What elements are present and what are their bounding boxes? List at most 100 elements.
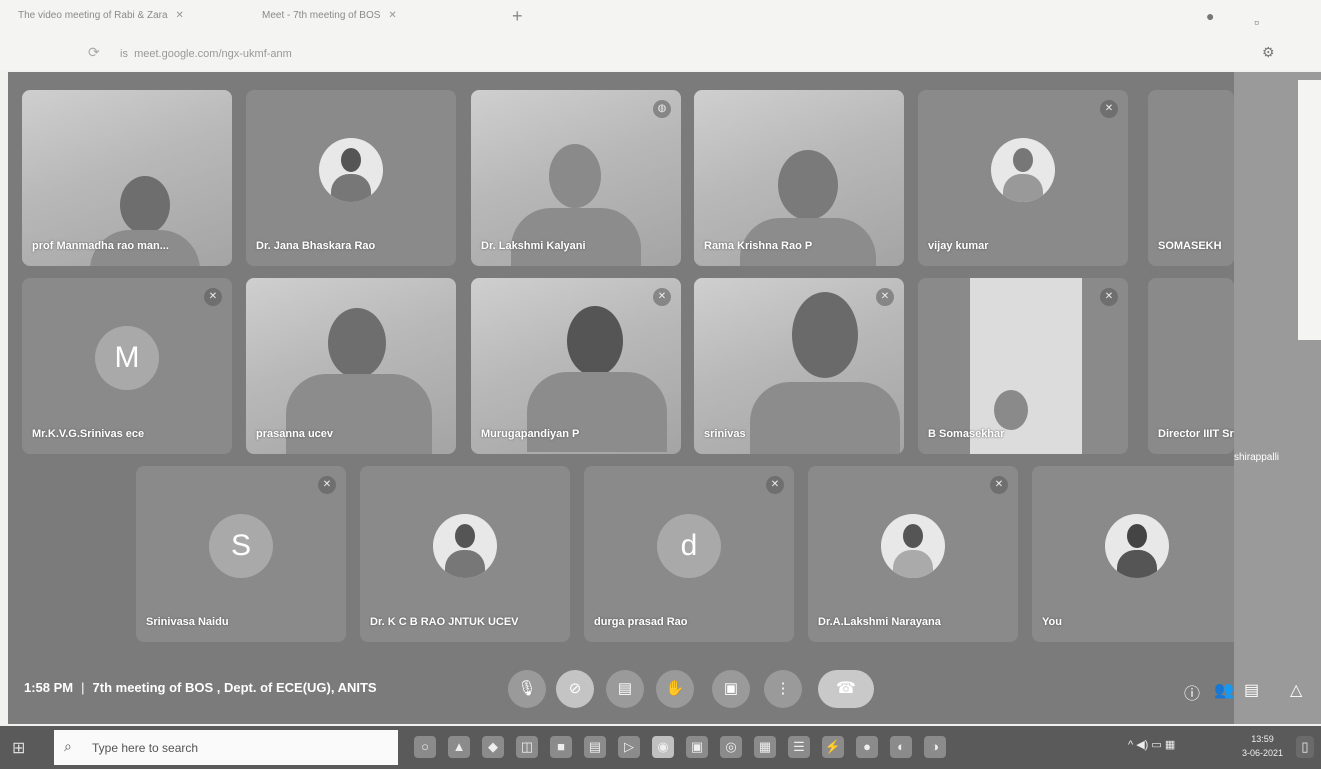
taskbar: ⊞ ⌕ Type here to search ○ ▲ ◆ ◫ ■ ▤ ▷ ◉ … — [0, 726, 1321, 769]
more-options-button[interactable]: ⋮ — [764, 670, 802, 708]
url-prefix: is — [120, 48, 128, 60]
participant-tile[interactable]: ✕ Murugapandiyan P — [471, 278, 681, 454]
participant-tile[interactable]: prof Manmadha rao man... — [22, 90, 232, 266]
captions-icon: ▤ — [617, 680, 633, 697]
participant-tile[interactable]: prasanna ucev — [246, 278, 456, 454]
app-icon[interactable]: ◑ — [924, 736, 946, 758]
avatar — [991, 138, 1055, 202]
camera-off-icon: ⊘ — [568, 680, 582, 697]
participant-tile[interactable]: ◍ Dr. Lakshmi Kalyani — [471, 90, 681, 266]
participant-name: Dr. Jana Bhaskara Rao — [256, 240, 376, 252]
chat-icon: ▤ — [1244, 682, 1260, 699]
app-icon[interactable]: ☰ — [788, 736, 810, 758]
minimize-icon[interactable]: ▫ — [1254, 14, 1259, 30]
chat-button[interactable]: ▤ — [1244, 680, 1259, 700]
captions-button[interactable]: ▤ — [606, 670, 644, 708]
reload-icon[interactable]: ⟳ — [88, 44, 100, 61]
participant-tile[interactable]: ✕ M Mr.K.V.G.Srinivas ece — [22, 278, 232, 454]
avatar: d — [657, 514, 721, 578]
participant-name: B Somasekhar — [928, 428, 1005, 440]
mic-off-icon: ✕ — [876, 288, 894, 306]
app-icon[interactable]: ◆ — [482, 736, 504, 758]
participant-tile[interactable]: ✕ B Somasekhar — [918, 278, 1128, 454]
close-icon[interactable]: ✕ — [388, 10, 396, 21]
participant-name: Dr.A.Lakshmi Narayana — [818, 616, 941, 628]
participant-tile[interactable]: ✕ vijay kumar — [918, 90, 1128, 266]
app-icon[interactable]: ◐ — [890, 736, 912, 758]
avatar — [319, 138, 383, 202]
participant-tile[interactable]: You — [1032, 466, 1242, 642]
participant-tile[interactable]: Dr. K C B RAO JNTUK UCEV — [360, 466, 570, 642]
participant-tile[interactable]: ✕ S Srinivasa Naidu — [136, 466, 346, 642]
meeting-time: 1:58 PM — [24, 680, 74, 695]
mic-icon: 🎙 — [517, 680, 537, 697]
tab-label: Meet - 7th meeting of BOS — [262, 10, 381, 21]
meeting-title: 7th meeting of BOS , Dept. of ECE(UG), A… — [92, 680, 377, 695]
avatar — [433, 514, 497, 578]
clock-time: 13:59 — [1251, 734, 1274, 744]
participant-tile[interactable]: Rama Krishna Rao P — [694, 90, 904, 266]
avatar: M — [95, 326, 159, 390]
camera-button[interactable]: ⊘ — [556, 670, 594, 708]
close-icon[interactable]: ✕ — [176, 10, 184, 21]
participant-name: Dr. K C B RAO JNTUK UCEV — [370, 616, 519, 628]
browser-tab-2[interactable]: Meet - 7th meeting of BOS ✕ — [262, 10, 397, 21]
people-button[interactable]: 👥 — [1214, 680, 1234, 700]
profile-icon[interactable]: ⚙ — [1262, 44, 1275, 61]
present-icon: ▣ — [723, 680, 739, 697]
app-icon[interactable]: ▤ — [584, 736, 606, 758]
app-icon[interactable]: ◎ — [720, 736, 742, 758]
participant-tile[interactable]: ✕ d durga prasad Rao — [584, 466, 794, 642]
hand-icon: ✋ — [665, 680, 685, 697]
participant-tile[interactable]: SOMASEKH — [1148, 90, 1234, 266]
system-tray[interactable]: ^ ◀) ▭ ▦ — [1128, 738, 1175, 751]
mic-off-icon: ✕ — [204, 288, 222, 306]
info-icon: ⓘ — [1184, 686, 1201, 703]
url-field[interactable]: is meet.google.com/ngx-ukmf-anm — [120, 48, 292, 60]
taskbar-clock[interactable]: 13:59 3-06-2021 — [1242, 732, 1283, 760]
participant-tile[interactable]: Director IIIT Srikakulam — [1148, 278, 1234, 454]
app-icon[interactable]: ■ — [550, 736, 572, 758]
participant-name: You — [1042, 616, 1062, 628]
app-icon[interactable]: ▣ — [686, 736, 708, 758]
app-icon[interactable]: ⚡ — [822, 736, 844, 758]
background-page — [1298, 80, 1321, 340]
app-icon[interactable]: ● — [856, 736, 878, 758]
participant-name: prasanna ucev — [256, 428, 334, 440]
raise-hand-button[interactable]: ✋ — [656, 670, 694, 708]
leave-call-button[interactable]: ☎ — [818, 670, 874, 708]
cortana-icon[interactable]: ○ — [414, 736, 436, 758]
participant-tile[interactable]: ✕ srinivas — [694, 278, 904, 454]
participant-name: Srinivasa Naidu — [146, 616, 229, 628]
chrome-icon[interactable]: ◉ — [652, 736, 674, 758]
notification-icon[interactable]: ▯ — [1296, 736, 1314, 758]
extension-icon[interactable]: ● — [1206, 8, 1214, 24]
taskbar-search[interactable]: ⌕ Type here to search — [54, 730, 398, 765]
tab-label: The video meeting of Rabi & Zara — [18, 10, 168, 21]
app-icon[interactable]: ▷ — [618, 736, 640, 758]
activities-button[interactable]: △ — [1290, 680, 1302, 700]
clock-date: 3-06-2021 — [1242, 748, 1284, 758]
end-call-icon: ☎ — [836, 680, 856, 697]
participant-tile[interactable]: Dr. Jana Bhaskara Rao — [246, 90, 456, 266]
participant-name: prof Manmadha rao man... — [32, 240, 169, 252]
mic-off-icon: ✕ — [653, 288, 671, 306]
browser-tab-1[interactable]: The video meeting of Rabi & Zara ✕ — [18, 10, 184, 21]
mic-off-icon: ✕ — [1100, 288, 1118, 306]
url-text: meet.google.com/ngx-ukmf-anm — [134, 48, 292, 60]
app-icon[interactable]: ◫ — [516, 736, 538, 758]
present-button[interactable]: ▣ — [712, 670, 750, 708]
browser-tab-bar: The video meeting of Rabi & Zara ✕ Meet -… — [0, 0, 1321, 36]
participant-tile[interactable]: ✕ Dr.A.Lakshmi Narayana — [808, 466, 1018, 642]
meeting-info-button[interactable]: ⓘ — [1184, 680, 1200, 704]
participant-name: vijay kumar — [928, 240, 989, 252]
app-icon[interactable]: ▲ — [448, 736, 470, 758]
search-placeholder: Type here to search — [92, 741, 199, 755]
participant-name: Mr.K.V.G.Srinivas ece — [32, 428, 145, 440]
new-tab-button[interactable]: + — [512, 6, 523, 27]
mic-off-icon: ✕ — [766, 476, 784, 494]
windows-start-icon[interactable]: ⊞ — [12, 738, 25, 758]
microphone-button[interactable]: 🎙 — [508, 670, 546, 708]
participant-name: srinivas — [704, 428, 746, 440]
app-icon[interactable]: ▦ — [754, 736, 776, 758]
